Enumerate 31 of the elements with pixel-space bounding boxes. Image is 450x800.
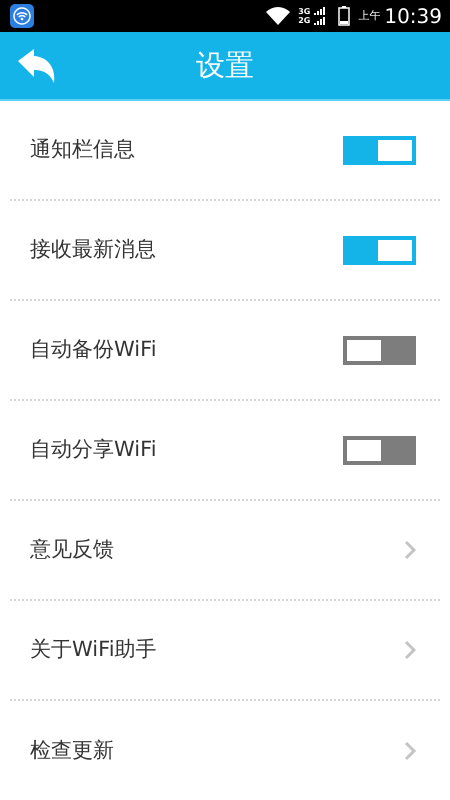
toggle-switch[interactable] — [343, 136, 416, 164]
am-pm-label: 上午 — [358, 8, 380, 24]
settings-row[interactable]: 自动备份WiFi — [10, 301, 440, 401]
wifi-icon — [266, 7, 290, 25]
chevron-icon — [404, 741, 416, 761]
setting-label: 关于WiFi助手 — [30, 636, 157, 664]
signal-icon — [314, 7, 326, 25]
setting-label: 自动备份WiFi — [30, 336, 157, 364]
setting-label: 通知栏信息 — [30, 136, 135, 164]
setting-label: 自动分享WiFi — [30, 436, 157, 464]
settings-row[interactable]: 自动分享WiFi — [10, 401, 440, 501]
chevron-icon — [404, 540, 416, 560]
chevron-icon — [404, 640, 416, 660]
setting-label: 接收最新消息 — [30, 236, 156, 264]
back-button[interactable] — [18, 49, 56, 83]
screen-title: 设置 — [196, 46, 254, 84]
network-label: 2G — [298, 16, 310, 25]
toggle-switch[interactable] — [343, 336, 416, 364]
clock: 10:39 — [384, 3, 442, 30]
settings-row[interactable]: 通知栏信息 — [10, 101, 440, 201]
app-icon[interactable] — [10, 4, 34, 28]
settings-row[interactable]: 关于WiFi助手 — [10, 601, 440, 701]
toggle-switch[interactable] — [343, 436, 416, 464]
toggle-switch[interactable] — [343, 236, 416, 264]
network-label: 3G — [298, 7, 310, 16]
setting-label: 意见反馈 — [30, 536, 114, 564]
settings-row[interactable]: 接收最新消息 — [10, 201, 440, 301]
settings-row[interactable]: 意见反馈 — [10, 501, 440, 601]
battery-icon — [338, 6, 350, 26]
setting-label: 检查更新 — [30, 737, 114, 764]
settings-row[interactable]: 检查更新 — [10, 701, 440, 800]
